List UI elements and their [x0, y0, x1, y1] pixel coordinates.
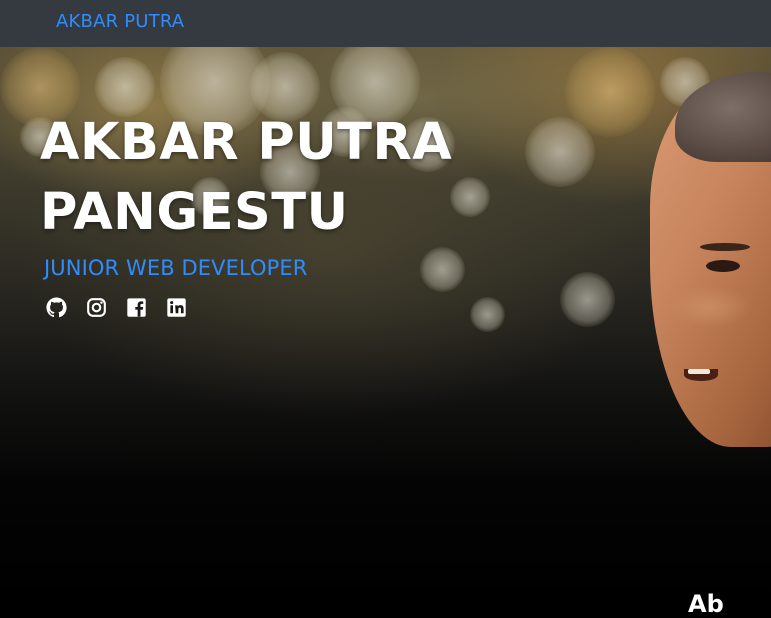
hero-text: AKBAR PUTRA PANGESTU JUNIOR WEB DEVELOPE… — [40, 108, 490, 280]
social-links — [46, 297, 187, 318]
next-section-heading: Ab — [688, 590, 724, 618]
facebook-icon[interactable] — [126, 297, 147, 318]
hero-subtitle: JUNIOR WEB DEVELOPER — [44, 256, 308, 280]
navbar: AKBAR PUTRA — [0, 0, 771, 47]
instagram-icon[interactable] — [86, 297, 107, 318]
github-icon[interactable] — [46, 297, 67, 318]
hero-title: AKBAR PUTRA PANGESTU — [40, 113, 453, 242]
navbar-brand[interactable]: AKBAR PUTRA — [56, 11, 184, 32]
linkedin-icon[interactable] — [166, 297, 187, 318]
